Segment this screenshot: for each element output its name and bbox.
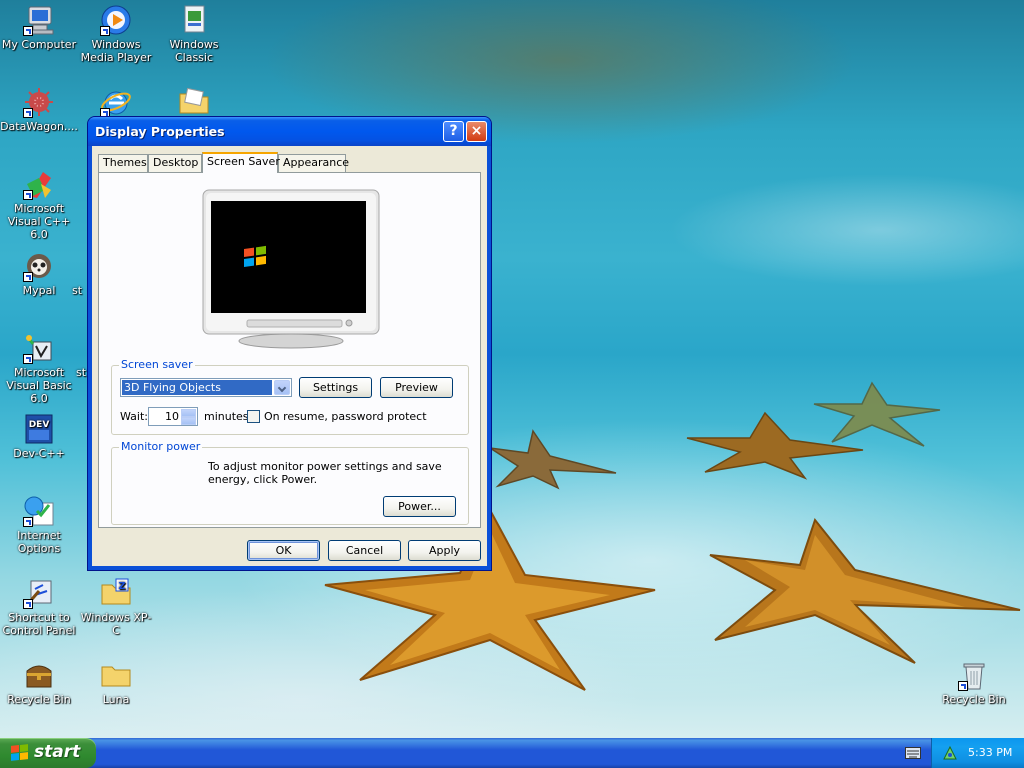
shortcut-arrow-icon	[23, 108, 33, 118]
help-button[interactable]: ?	[443, 121, 464, 142]
desktop-icon-windows-xp-c[interactable]: Z Windows XP-C	[77, 577, 155, 637]
folder-icon	[179, 87, 209, 114]
folder-icon	[101, 666, 131, 687]
desktop-icon-label: Recycle Bin	[942, 693, 1006, 706]
password-protect-checkbox[interactable]	[247, 410, 260, 423]
tab-screen-saver[interactable]: Screen Saver	[202, 152, 280, 173]
spin-down-icon[interactable]	[181, 417, 196, 425]
desktop-icon-label: Windows Classic	[169, 38, 219, 64]
desktop-icon-windows-media-player[interactable]: Windows Media Player	[77, 4, 155, 64]
zip-folder-icon: Z	[101, 578, 131, 605]
shortcut-arrow-icon	[23, 26, 33, 36]
desktop-icon-label: DataWagon....	[0, 120, 78, 133]
network-tray-icon[interactable]	[942, 745, 958, 761]
screen-saver-select[interactable]: 3D Flying Objects	[120, 378, 292, 397]
desktop-icon-label: Dev-C++	[13, 447, 65, 460]
desktop-icon-recycle-bin-chest[interactable]: Recycle Bin	[0, 659, 78, 706]
system-tray: 5:33 PM	[931, 738, 1024, 768]
desktop-icon-label: Recycle Bin	[7, 693, 71, 706]
password-protect-label[interactable]: On resume, password protect	[264, 410, 427, 423]
desktop-icon-label: Windows XP-C	[80, 611, 152, 637]
screen-saver-panel: Screen saver 3D Flying Objects Settings …	[98, 172, 481, 528]
shortcut-arrow-icon	[958, 681, 968, 691]
shortcut-arrow-icon	[23, 517, 33, 527]
dialog-client-area: Themes Desktop Screen Saver Appearance S…	[92, 146, 487, 566]
title-bar[interactable]: Display Properties ? ×	[88, 117, 491, 146]
monitor-power-group: Monitor power To adjust monitor power se…	[111, 440, 469, 525]
desktop-icon-dev-cpp[interactable]: DEV Dev-C++	[0, 413, 78, 460]
display-properties-window: Display Properties ? × Themes Desktop Sc…	[88, 117, 491, 570]
cancel-button[interactable]: Cancel	[328, 540, 401, 561]
desktop-icon-label: Luna	[102, 693, 130, 706]
starfish-back-left	[489, 429, 617, 490]
shortcut-arrow-icon	[23, 354, 33, 364]
svg-text:Z: Z	[118, 581, 125, 592]
shortcut-arrow-icon	[23, 272, 33, 282]
tab-themes[interactable]: Themes	[98, 154, 148, 172]
starfish-far	[813, 381, 941, 447]
windows-logo-icon	[11, 744, 28, 761]
settings-button[interactable]: Settings	[299, 377, 372, 398]
ok-button[interactable]: OK	[247, 540, 320, 561]
wait-label: Wait:	[120, 410, 148, 423]
desktop-icon-label: Shortcut to Control Panel	[2, 611, 76, 637]
monitor-power-description: To adjust monitor power settings and sav…	[208, 460, 442, 486]
apply-button[interactable]: Apply	[408, 540, 481, 561]
shortcut-arrow-icon	[100, 26, 110, 36]
dev-cpp-icon: DEV	[25, 414, 53, 444]
desktop-icon-internet-options[interactable]: Internet Options	[0, 495, 78, 555]
desktop-icon-control-panel[interactable]: Shortcut to Control Panel	[0, 577, 78, 637]
minutes-label: minutes	[204, 410, 249, 423]
monitor-preview	[202, 189, 380, 349]
treasure-chest-icon	[26, 665, 52, 688]
window-title: Display Properties	[95, 124, 225, 139]
desktop-icon-folder[interactable]	[155, 86, 233, 120]
desktop-icon-label: Windows Media Player	[80, 38, 152, 64]
wait-value: 10	[165, 410, 179, 423]
tab-desktop[interactable]: Desktop	[148, 154, 202, 172]
screen-saver-group: Screen saver 3D Flying Objects Settings …	[111, 358, 469, 435]
theme-file-icon	[184, 5, 205, 33]
monitor-power-group-label: Monitor power	[119, 440, 203, 453]
desktop-icon-label: My Computer	[1, 38, 77, 51]
wait-minutes-spinner[interactable]: 10	[148, 407, 198, 426]
keyboard-icon[interactable]	[905, 747, 921, 759]
screen-saver-group-label: Screen saver	[119, 358, 195, 371]
power-button[interactable]: Power...	[383, 496, 456, 517]
taskbar-clock[interactable]: 5:33 PM	[968, 746, 1012, 759]
desktop-icon-label: Microsoft Visual C++ 6.0	[7, 202, 71, 241]
close-button[interactable]: ×	[466, 121, 487, 142]
taskbar: start 5:33 PM	[0, 738, 1024, 768]
svg-text:DEV: DEV	[29, 420, 50, 430]
desktop-icon-luna[interactable]: Luna	[77, 659, 155, 706]
shortcut-arrow-icon	[23, 599, 33, 609]
start-button[interactable]: start	[0, 738, 96, 768]
screen-saver-selected: 3D Flying Objects	[122, 380, 272, 395]
start-label: start	[34, 742, 81, 762]
desktop-icon-internet-explorer[interactable]	[77, 86, 155, 120]
desktop-icon-recycle-bin[interactable]: Recycle Bin	[935, 659, 1013, 706]
desktop-icon-my-computer[interactable]: My Computer	[0, 4, 78, 51]
shortcut-arrow-icon	[23, 190, 33, 200]
starfish-right	[709, 517, 1021, 664]
chevron-down-icon[interactable]	[274, 380, 290, 395]
preview-button[interactable]: Preview	[380, 377, 453, 398]
tab-appearance[interactable]: Appearance	[278, 154, 349, 172]
desktop-icon-visual-cpp[interactable]: Microsoft Visual C++ 6.0	[0, 168, 78, 241]
desktop-icon-datawagon[interactable]: DataWagon....	[0, 86, 78, 133]
desktop-icon-windows-classic[interactable]: Windows Classic	[155, 4, 233, 64]
spin-up-icon[interactable]	[181, 409, 196, 417]
desktop-icon-label: Internet Options	[17, 529, 61, 555]
